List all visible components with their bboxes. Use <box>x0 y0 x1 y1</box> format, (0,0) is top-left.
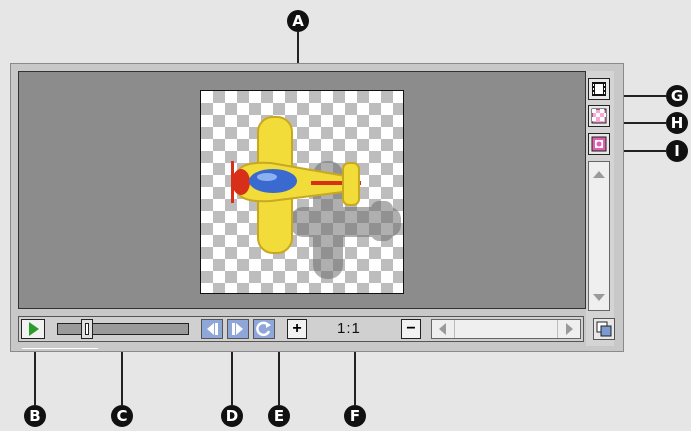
scroll-left-icon[interactable] <box>436 320 450 338</box>
callout-d: D <box>221 405 243 427</box>
zoom-in-button[interactable]: + <box>287 319 307 339</box>
transparency-icon <box>591 108 607 124</box>
step-forward-button[interactable] <box>227 319 249 339</box>
callout-a: A <box>287 10 309 32</box>
callout-c: C <box>111 405 133 427</box>
airplane-sprite <box>231 116 401 279</box>
callout-b: B <box>24 405 46 427</box>
callout-f: F <box>344 405 366 427</box>
frame-slider[interactable] <box>57 319 189 339</box>
filmstrip-button[interactable] <box>588 78 610 100</box>
playback-controls: + 1:1 − <box>18 316 584 342</box>
slider-track[interactable] <box>57 323 189 335</box>
play-icon <box>29 322 39 336</box>
step-forward-icon <box>232 323 243 335</box>
filmstrip-icon <box>592 82 606 96</box>
vertical-scrollbar[interactable] <box>588 161 610 311</box>
onion-skin-button[interactable] <box>588 133 610 155</box>
transparency-button[interactable] <box>588 105 610 127</box>
loop-button[interactable] <box>253 319 275 339</box>
stage-area <box>18 71 586 309</box>
right-sidebar <box>586 71 614 346</box>
indicator-underline <box>22 348 98 349</box>
onion-skin-icon <box>591 136 607 152</box>
sprite-canvas[interactable] <box>200 90 404 294</box>
callout-h: H <box>666 112 688 134</box>
callout-e-leader <box>278 344 280 406</box>
loop-icon <box>256 321 271 337</box>
slider-thumb[interactable] <box>81 319 93 339</box>
callout-g: G <box>666 85 688 107</box>
horizontal-scrollbar[interactable] <box>431 319 581 339</box>
callout-b-leader <box>34 344 36 406</box>
resize-grip-icon <box>596 321 612 337</box>
play-button[interactable] <box>21 319 45 339</box>
zoom-level: 1:1 <box>337 320 361 337</box>
callout-e: E <box>268 405 290 427</box>
scroll-up-icon[interactable] <box>589 168 609 182</box>
callout-d-leader <box>231 344 233 406</box>
animation-window: + 1:1 − <box>10 63 624 352</box>
callout-c-leader <box>121 344 123 406</box>
callout-i: I <box>666 140 688 162</box>
step-backward-icon <box>207 323 218 335</box>
resize-grip[interactable] <box>593 318 615 340</box>
callout-f-leader <box>354 344 356 406</box>
step-backward-button[interactable] <box>201 319 223 339</box>
scroll-right-icon[interactable] <box>562 320 576 338</box>
scroll-down-icon[interactable] <box>589 290 609 304</box>
zoom-out-button[interactable]: − <box>401 319 421 339</box>
